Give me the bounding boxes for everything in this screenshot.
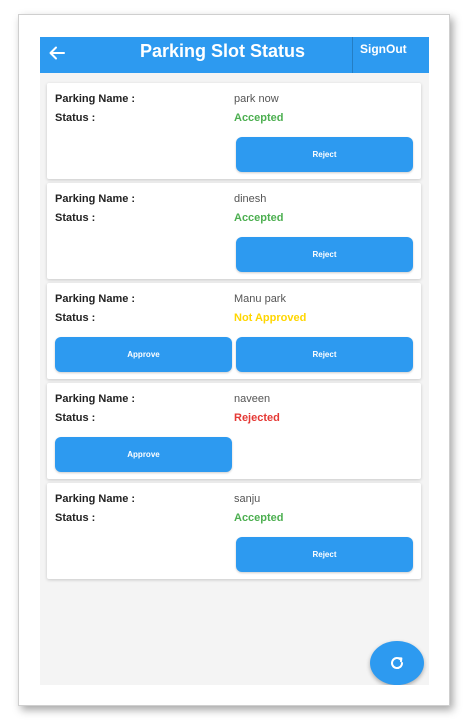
approve-button[interactable]: Approve — [55, 337, 232, 372]
back-button[interactable] — [44, 40, 70, 66]
parking-card: Parking Name : Status : sanju Accepted Rejec… — [47, 483, 421, 579]
parking-name-label: Parking Name : — [55, 193, 136, 205]
app-bar-divider — [352, 37, 353, 73]
approve-button[interactable]: Approve — [55, 437, 232, 472]
app-screen: Parking Slot Status SignOut Parking Name… — [40, 37, 429, 685]
parking-name-value: sanju — [234, 493, 261, 505]
refresh-icon — [391, 657, 404, 669]
status-label: Status : — [55, 112, 96, 124]
status-label: Status : — [55, 412, 96, 424]
parking-card: Parking Name : Status : park now Accepted Re… — [47, 83, 421, 179]
parking-name-label: Parking Name : — [55, 93, 136, 105]
page-title: Parking Slot Status — [140, 41, 306, 61]
signout-button[interactable]: SignOut — [360, 42, 407, 56]
reject-button[interactable]: Reject — [236, 537, 413, 572]
parking-name-label: Parking Name : — [55, 293, 136, 305]
refresh-button[interactable] — [370, 641, 424, 685]
parking-card: Parking Name : Status : Manu park Not Appro… — [47, 283, 421, 379]
parking-name-label: Parking Name : — [55, 393, 136, 405]
status-value: Rejected — [234, 412, 280, 424]
status-value: Accepted — [234, 212, 284, 224]
parking-name-value: Manu park — [234, 293, 286, 305]
reject-button[interactable]: Reject — [236, 237, 413, 272]
status-value: Accepted — [234, 112, 284, 124]
parking-name-value: naveen — [234, 393, 271, 405]
status-label: Status : — [55, 512, 96, 524]
parking-name-label: Parking Name : — [55, 493, 136, 505]
reject-button[interactable]: Reject — [236, 137, 413, 172]
app-bar: Parking Slot Status SignOut — [40, 37, 429, 73]
parking-card: Parking Name : Status : dinesh Accepted Reje… — [47, 183, 421, 279]
parking-name-value: dinesh — [234, 193, 267, 205]
parking-name-value: park now — [234, 93, 279, 105]
status-label: Status : — [55, 312, 96, 324]
parking-card: Parking Name : Status : naveen Rejected Appr… — [47, 383, 421, 479]
status-value: Accepted — [234, 512, 284, 524]
reject-button[interactable]: Reject — [236, 337, 413, 372]
status-label: Status : — [55, 212, 96, 224]
status-value: Not Approved — [234, 312, 307, 324]
arrow-left-icon — [49, 46, 65, 60]
